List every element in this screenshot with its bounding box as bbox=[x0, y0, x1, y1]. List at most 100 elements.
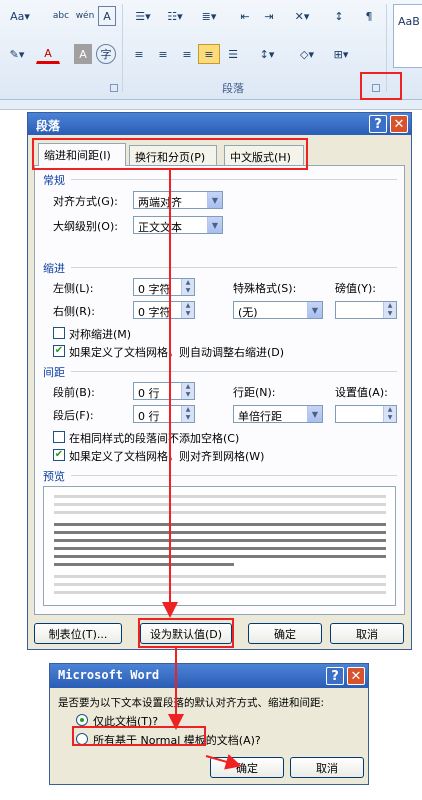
space-before-label: 段前(B): bbox=[53, 386, 95, 399]
grid-adjust-label: 如果定义了文档网格，则自动调整右缩进(D) bbox=[69, 346, 285, 359]
alignment-label: 对齐方式(G): bbox=[53, 195, 118, 208]
outline-level-select[interactable]: 正文文本 ▼ bbox=[133, 216, 223, 234]
indent-left-stepper[interactable]: 0 字符 ▲ ▼ bbox=[133, 278, 195, 296]
spin-arrows-icon[interactable]: ▲ ▼ bbox=[181, 279, 194, 295]
close-button[interactable]: ✕ bbox=[347, 667, 365, 685]
font-color-button[interactable]: A bbox=[36, 44, 60, 64]
borders-icon[interactable]: ⊞▾ bbox=[326, 44, 356, 64]
quick-style-preview[interactable]: AaB bbox=[393, 4, 422, 68]
preview-line bbox=[54, 547, 386, 550]
alignment-select[interactable]: 两端对齐 ▼ bbox=[133, 191, 223, 209]
all-documents-highlight-box bbox=[72, 726, 206, 746]
align-right-icon[interactable]: ≡ bbox=[176, 44, 198, 64]
paragraph-group-label: 段落 bbox=[222, 82, 244, 95]
confirm-question: 是否要为以下文本设置段落的默认对齐方式、缩进和间距: bbox=[58, 697, 325, 709]
cancel-button[interactable]: 取消 bbox=[330, 623, 404, 644]
show-marks-icon[interactable]: ¶ bbox=[358, 6, 380, 26]
chinese-layout-icon[interactable]: ✕▾ bbox=[288, 6, 316, 26]
character-shading-button[interactable]: A bbox=[74, 44, 92, 64]
indent-by-label: 磅值(Y): bbox=[335, 282, 377, 295]
enclose-characters-button[interactable]: 字 bbox=[96, 44, 116, 64]
phonetic-guide-button[interactable]: wén bbox=[74, 6, 96, 26]
align-left-icon[interactable]: ≡ bbox=[128, 44, 150, 64]
preview-line bbox=[54, 503, 386, 506]
ok-button[interactable]: 确定 bbox=[248, 623, 322, 644]
indent-right-label: 右侧(R): bbox=[53, 305, 95, 318]
ruler bbox=[0, 100, 422, 110]
help-button[interactable]: ? bbox=[369, 115, 387, 133]
paragraph-dialog-titlebar[interactable]: 段落 bbox=[28, 113, 411, 135]
divider bbox=[71, 267, 397, 268]
tab-panel: 常规 对齐方式(G): 两端对齐 ▼ 大纲级别(O): 正文文本 ▼ 缩进 左侧(L… bbox=[34, 165, 405, 615]
space-after-stepper[interactable]: 0 行 ▲ ▼ bbox=[133, 405, 195, 423]
line-spacing-select[interactable]: 单倍行距 ▼ bbox=[233, 405, 323, 423]
line-spacing-label: 行距(N): bbox=[233, 386, 276, 399]
special-indent-label: 特殊格式(S): bbox=[233, 282, 297, 295]
distributed-icon[interactable]: ☰ bbox=[222, 44, 244, 64]
help-button[interactable]: ? bbox=[326, 667, 344, 685]
special-indent-select[interactable]: (无) ▼ bbox=[233, 301, 323, 319]
indent-by-stepper[interactable]: ▲ ▼ bbox=[335, 301, 397, 319]
tab-stops-button[interactable]: 制表位(T)... bbox=[34, 623, 122, 644]
no-space-same-style-checkbox[interactable] bbox=[53, 431, 65, 443]
divider bbox=[71, 371, 397, 372]
chevron-down-icon: ▼ bbox=[207, 192, 222, 208]
preview-line bbox=[54, 583, 386, 586]
bullets-icon[interactable]: ☰▾ bbox=[128, 6, 158, 26]
space-before-stepper[interactable]: 0 行 ▲ ▼ bbox=[133, 382, 195, 400]
font-launcher-icon[interactable] bbox=[110, 84, 118, 92]
spin-arrows-icon[interactable]: ▲ ▼ bbox=[383, 406, 396, 422]
preview-line bbox=[54, 555, 386, 558]
preview-line bbox=[54, 511, 386, 514]
numbering-icon[interactable]: ☷▾ bbox=[160, 6, 190, 26]
outline-level-label: 大纲级别(O): bbox=[53, 220, 118, 233]
multilevel-list-icon[interactable]: ≣▾ bbox=[194, 6, 224, 26]
snap-to-grid-label: 如果定义了文档网格，则对齐到网格(W) bbox=[69, 450, 265, 463]
indent-right-stepper[interactable]: 0 字符 ▲ ▼ bbox=[133, 301, 195, 319]
group-separator bbox=[122, 4, 123, 92]
confirm-dialog-title: Microsoft Word bbox=[58, 668, 160, 682]
chevron-down-icon: ▼ bbox=[207, 217, 222, 233]
justify-icon[interactable]: ≡ bbox=[198, 44, 220, 64]
chevron-down-icon: ▼ bbox=[307, 302, 322, 318]
grow-font-button[interactable]: Aa ▾ bbox=[3, 6, 37, 26]
character-border-button[interactable]: A bbox=[98, 6, 116, 26]
confirm-cancel-button[interactable]: 取消 bbox=[290, 757, 364, 778]
preview-line bbox=[54, 523, 386, 526]
confirm-ok-button[interactable]: 确定 bbox=[210, 757, 284, 778]
close-button[interactable]: ✕ bbox=[390, 115, 408, 133]
decrease-indent-icon[interactable]: ⇤ bbox=[234, 6, 256, 26]
spacing-at-stepper[interactable]: ▲ ▼ bbox=[335, 405, 397, 423]
highlight-color-icon[interactable]: ✎▾ bbox=[4, 44, 30, 64]
paragraph-preview bbox=[43, 486, 396, 606]
spin-arrows-icon[interactable]: ▲ ▼ bbox=[181, 406, 194, 422]
indent-left-label: 左侧(L): bbox=[53, 282, 94, 295]
dialog-title: 段落 bbox=[36, 119, 61, 133]
confirm-dialog-titlebar[interactable]: Microsoft Word bbox=[50, 664, 368, 688]
mirror-indent-checkbox[interactable] bbox=[53, 327, 65, 339]
increase-indent-icon[interactable]: ⇥ bbox=[258, 6, 280, 26]
launcher-highlight-box bbox=[360, 72, 402, 100]
space-after-label: 段后(F): bbox=[53, 409, 94, 422]
tab-indent-spacing[interactable]: 缩进和间距(I) bbox=[38, 143, 126, 166]
line-spacing-icon[interactable]: ↕▾ bbox=[252, 44, 282, 64]
align-center-icon[interactable]: ≡ bbox=[152, 44, 174, 64]
spin-arrows-icon[interactable]: ▲ ▼ bbox=[383, 302, 396, 318]
this-document-radio[interactable] bbox=[76, 714, 88, 726]
spacing-at-label: 设置值(A): bbox=[335, 386, 388, 399]
spacing-section-header: 间距 bbox=[43, 366, 65, 379]
spin-arrows-icon[interactable]: ▲ ▼ bbox=[181, 302, 194, 318]
preview-line bbox=[54, 575, 386, 578]
indent-section-header: 缩进 bbox=[43, 262, 65, 275]
spin-arrows-icon[interactable]: ▲ ▼ bbox=[181, 383, 194, 399]
grid-adjust-checkbox[interactable]: ✔ bbox=[53, 345, 65, 357]
preview-line bbox=[54, 531, 386, 534]
preview-line bbox=[54, 563, 234, 566]
clear-format-button[interactable]: abc bbox=[50, 6, 72, 26]
no-space-same-style-label: 在相同样式的段落间不添加空格(C) bbox=[69, 432, 240, 445]
divider bbox=[71, 179, 397, 180]
snap-to-grid-checkbox[interactable]: ✔ bbox=[53, 449, 65, 461]
preview-line bbox=[54, 495, 386, 498]
shading-icon[interactable]: ◇▾ bbox=[292, 44, 322, 64]
sort-icon[interactable]: ↕ bbox=[328, 6, 350, 26]
